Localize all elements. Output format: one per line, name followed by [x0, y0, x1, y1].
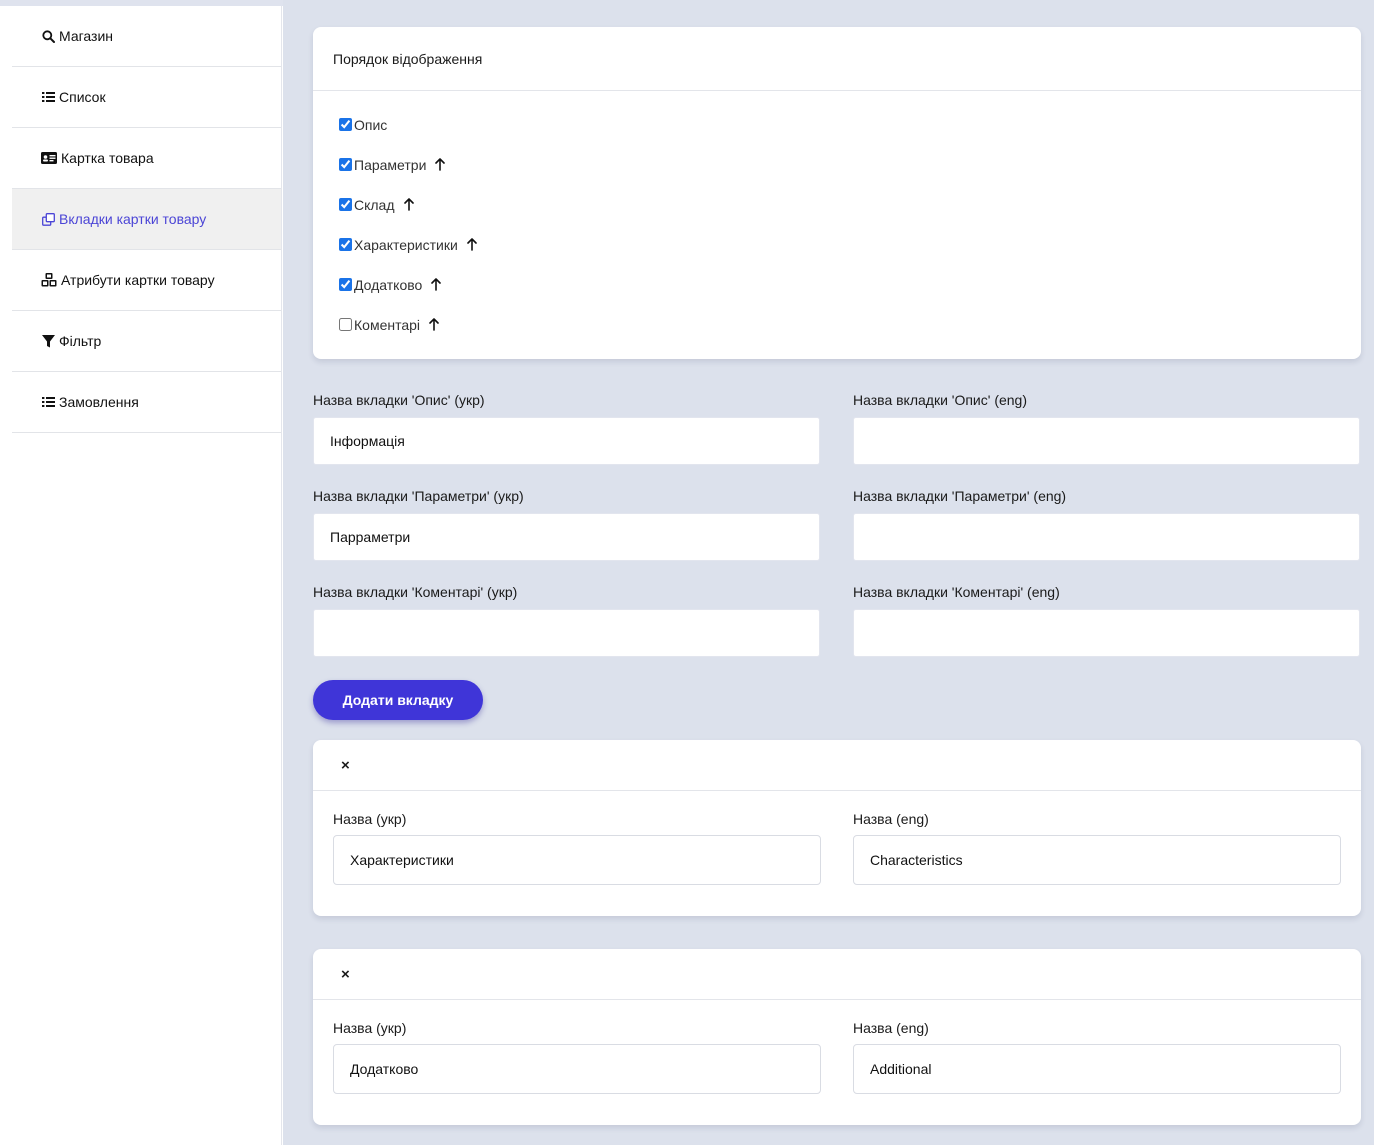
params-eng-input[interactable] — [853, 513, 1360, 561]
sidebar-item-filter[interactable]: Фільтр — [12, 311, 281, 372]
sidebar-item-shop[interactable]: Магазин — [12, 6, 281, 67]
sidebar-item-label: Атрибути картки товару — [61, 272, 215, 288]
order-item-params: Параметри — [339, 157, 1361, 197]
custom-tab-header: × — [313, 740, 1361, 791]
order-item-label: Додатково — [354, 277, 423, 293]
sidebar-item-list[interactable]: Список — [12, 67, 281, 128]
add-tab-button[interactable]: Додати вкладку — [313, 680, 483, 720]
custom-tab-card: × Назва (укр) Назва (eng) — [313, 949, 1361, 1125]
sidebar-item-orders[interactable]: Замовлення — [12, 372, 281, 433]
desc-eng-input[interactable] — [853, 417, 1360, 465]
order-item-description: Опис — [339, 117, 1361, 157]
sidebar-item-label: Вкладки картки товару — [59, 211, 207, 227]
custom-tab-header: × — [313, 949, 1361, 1000]
order-checkbox-params[interactable] — [339, 158, 352, 171]
sidebar-item-label: Замовлення — [59, 394, 139, 410]
sidebar-item-product-tabs[interactable]: Вкладки картки товару — [12, 189, 281, 250]
clone-icon — [41, 212, 55, 226]
sidebar-item-label: Фільтр — [59, 333, 102, 349]
close-icon[interactable]: × — [341, 967, 350, 982]
custom-tab-ukr-input[interactable] — [333, 835, 821, 885]
custom-tab-eng-input[interactable] — [853, 1044, 1341, 1094]
list-icon — [41, 395, 55, 409]
order-item-characteristics: Характеристики — [339, 237, 1361, 277]
order-checkbox-description[interactable] — [339, 118, 352, 131]
display-order-list: Опис Параметри Склад Характеристики Дода… — [313, 91, 1361, 357]
order-item-additional: Додатково — [339, 277, 1361, 317]
order-item-comments: Коментарі — [339, 317, 1361, 357]
comments-eng-label: Назва вкладки 'Коментарі' (eng) — [853, 584, 1060, 600]
custom-tab-ukr-input[interactable] — [333, 1044, 821, 1094]
order-checkbox-characteristics[interactable] — [339, 238, 352, 251]
params-ukr-label: Назва вкладки 'Параметри' (укр) — [313, 488, 524, 504]
comments-eng-input[interactable] — [853, 609, 1360, 657]
order-item-stock: Склад — [339, 197, 1361, 237]
custom-tab-eng-label: Назва (eng) — [853, 1020, 929, 1036]
arrow-up-icon[interactable] — [403, 198, 414, 211]
sidebar-item-product-card[interactable]: Картка товара — [12, 128, 281, 189]
order-item-label: Параметри — [354, 157, 427, 173]
order-checkbox-stock[interactable] — [339, 198, 352, 211]
custom-tab-ukr-label: Назва (укр) — [333, 811, 407, 827]
arrow-up-icon[interactable] — [435, 158, 446, 171]
desc-ukr-label: Назва вкладки 'Опис' (укр) — [313, 392, 485, 408]
sidebar-item-label: Магазин — [59, 28, 114, 44]
sidebar: Магазин Список Картка товара Вкладки кар… — [12, 6, 282, 1145]
desc-eng-label: Назва вкладки 'Опис' (eng) — [853, 392, 1028, 408]
sidebar-item-label: Список — [59, 89, 106, 105]
comments-ukr-input[interactable] — [313, 609, 820, 657]
display-order-card: Порядок відображення Опис Параметри Скла… — [313, 27, 1361, 359]
order-item-label: Характеристики — [354, 237, 458, 253]
list-icon — [41, 90, 55, 104]
arrow-up-icon[interactable] — [429, 318, 439, 331]
display-order-title: Порядок відображення — [313, 27, 1361, 91]
filter-icon — [41, 334, 55, 348]
comments-ukr-label: Назва вкладки 'Коментарі' (укр) — [313, 584, 518, 600]
custom-tab-ukr-label: Назва (укр) — [333, 1020, 407, 1036]
custom-tab-eng-label: Назва (eng) — [853, 811, 929, 827]
order-item-label: Опис — [354, 117, 388, 133]
arrow-up-icon[interactable] — [431, 278, 442, 291]
params-eng-label: Назва вкладки 'Параметри' (eng) — [853, 488, 1067, 504]
order-item-label: Коментарі — [354, 317, 421, 333]
order-item-label: Склад — [354, 197, 395, 213]
close-icon[interactable]: × — [341, 758, 350, 773]
custom-tab-card: × Назва (укр) Назва (eng) — [313, 740, 1361, 916]
arrow-up-icon[interactable] — [467, 238, 477, 251]
params-ukr-input[interactable] — [313, 513, 820, 561]
desc-ukr-input[interactable] — [313, 417, 820, 465]
order-checkbox-comments[interactable] — [339, 318, 352, 331]
search-icon — [41, 29, 55, 43]
order-checkbox-additional[interactable] — [339, 278, 352, 291]
custom-tab-eng-input[interactable] — [853, 835, 1341, 885]
sidebar-item-product-attributes[interactable]: Атрибути картки товару — [12, 250, 281, 311]
id-card-icon — [41, 151, 57, 165]
cubes-icon — [41, 273, 57, 287]
sidebar-item-label: Картка товара — [61, 150, 154, 166]
